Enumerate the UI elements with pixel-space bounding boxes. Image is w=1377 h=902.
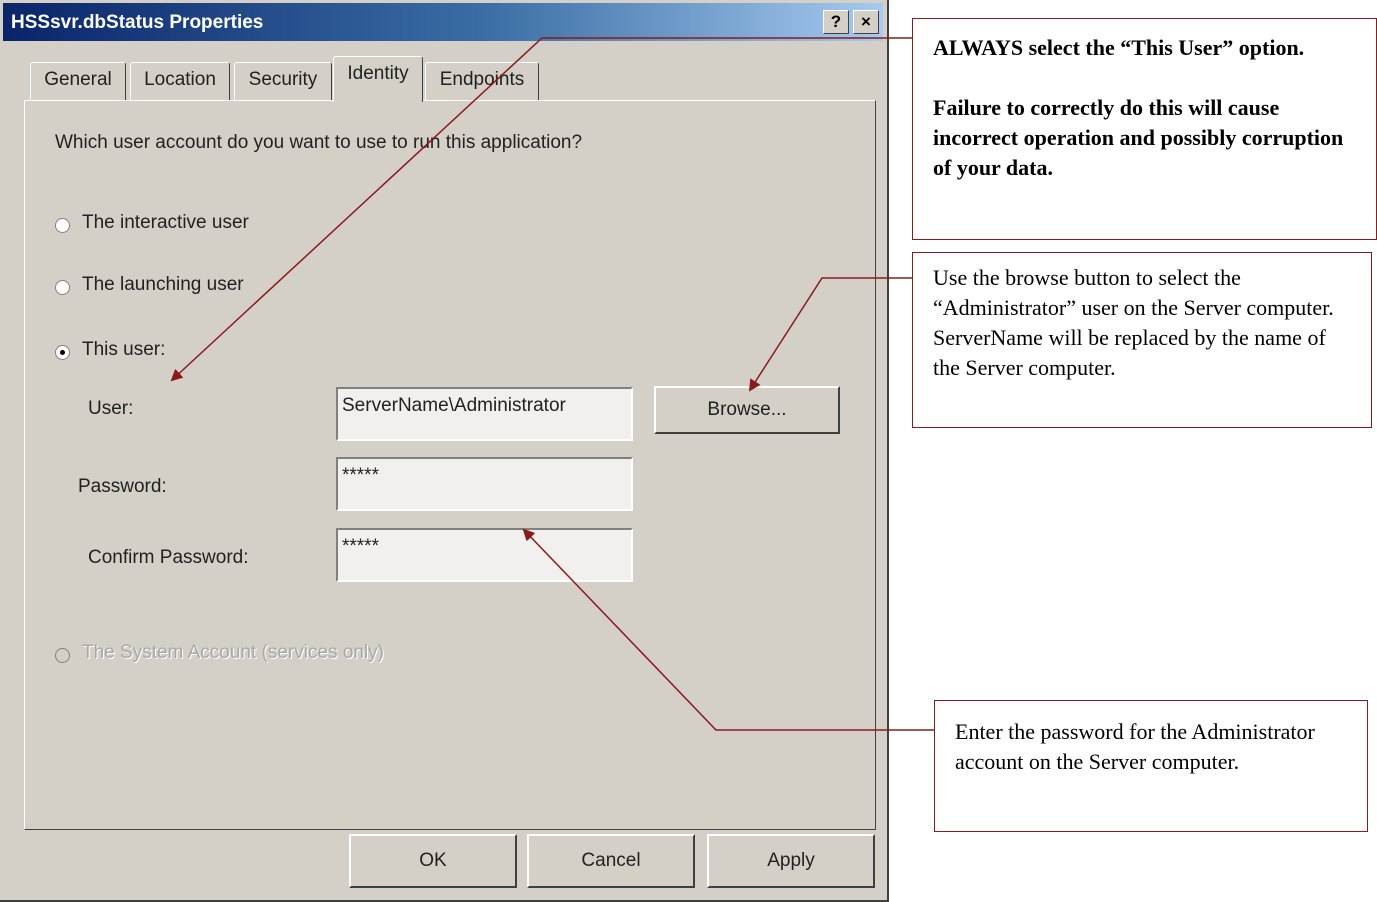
callout-arrows <box>170 37 934 731</box>
arrow-to-this-user <box>170 37 912 382</box>
arrow-to-browse-button <box>748 277 912 392</box>
arrow-to-password-field <box>522 528 934 731</box>
tab-identity[interactable]: Identity <box>333 56 423 102</box>
